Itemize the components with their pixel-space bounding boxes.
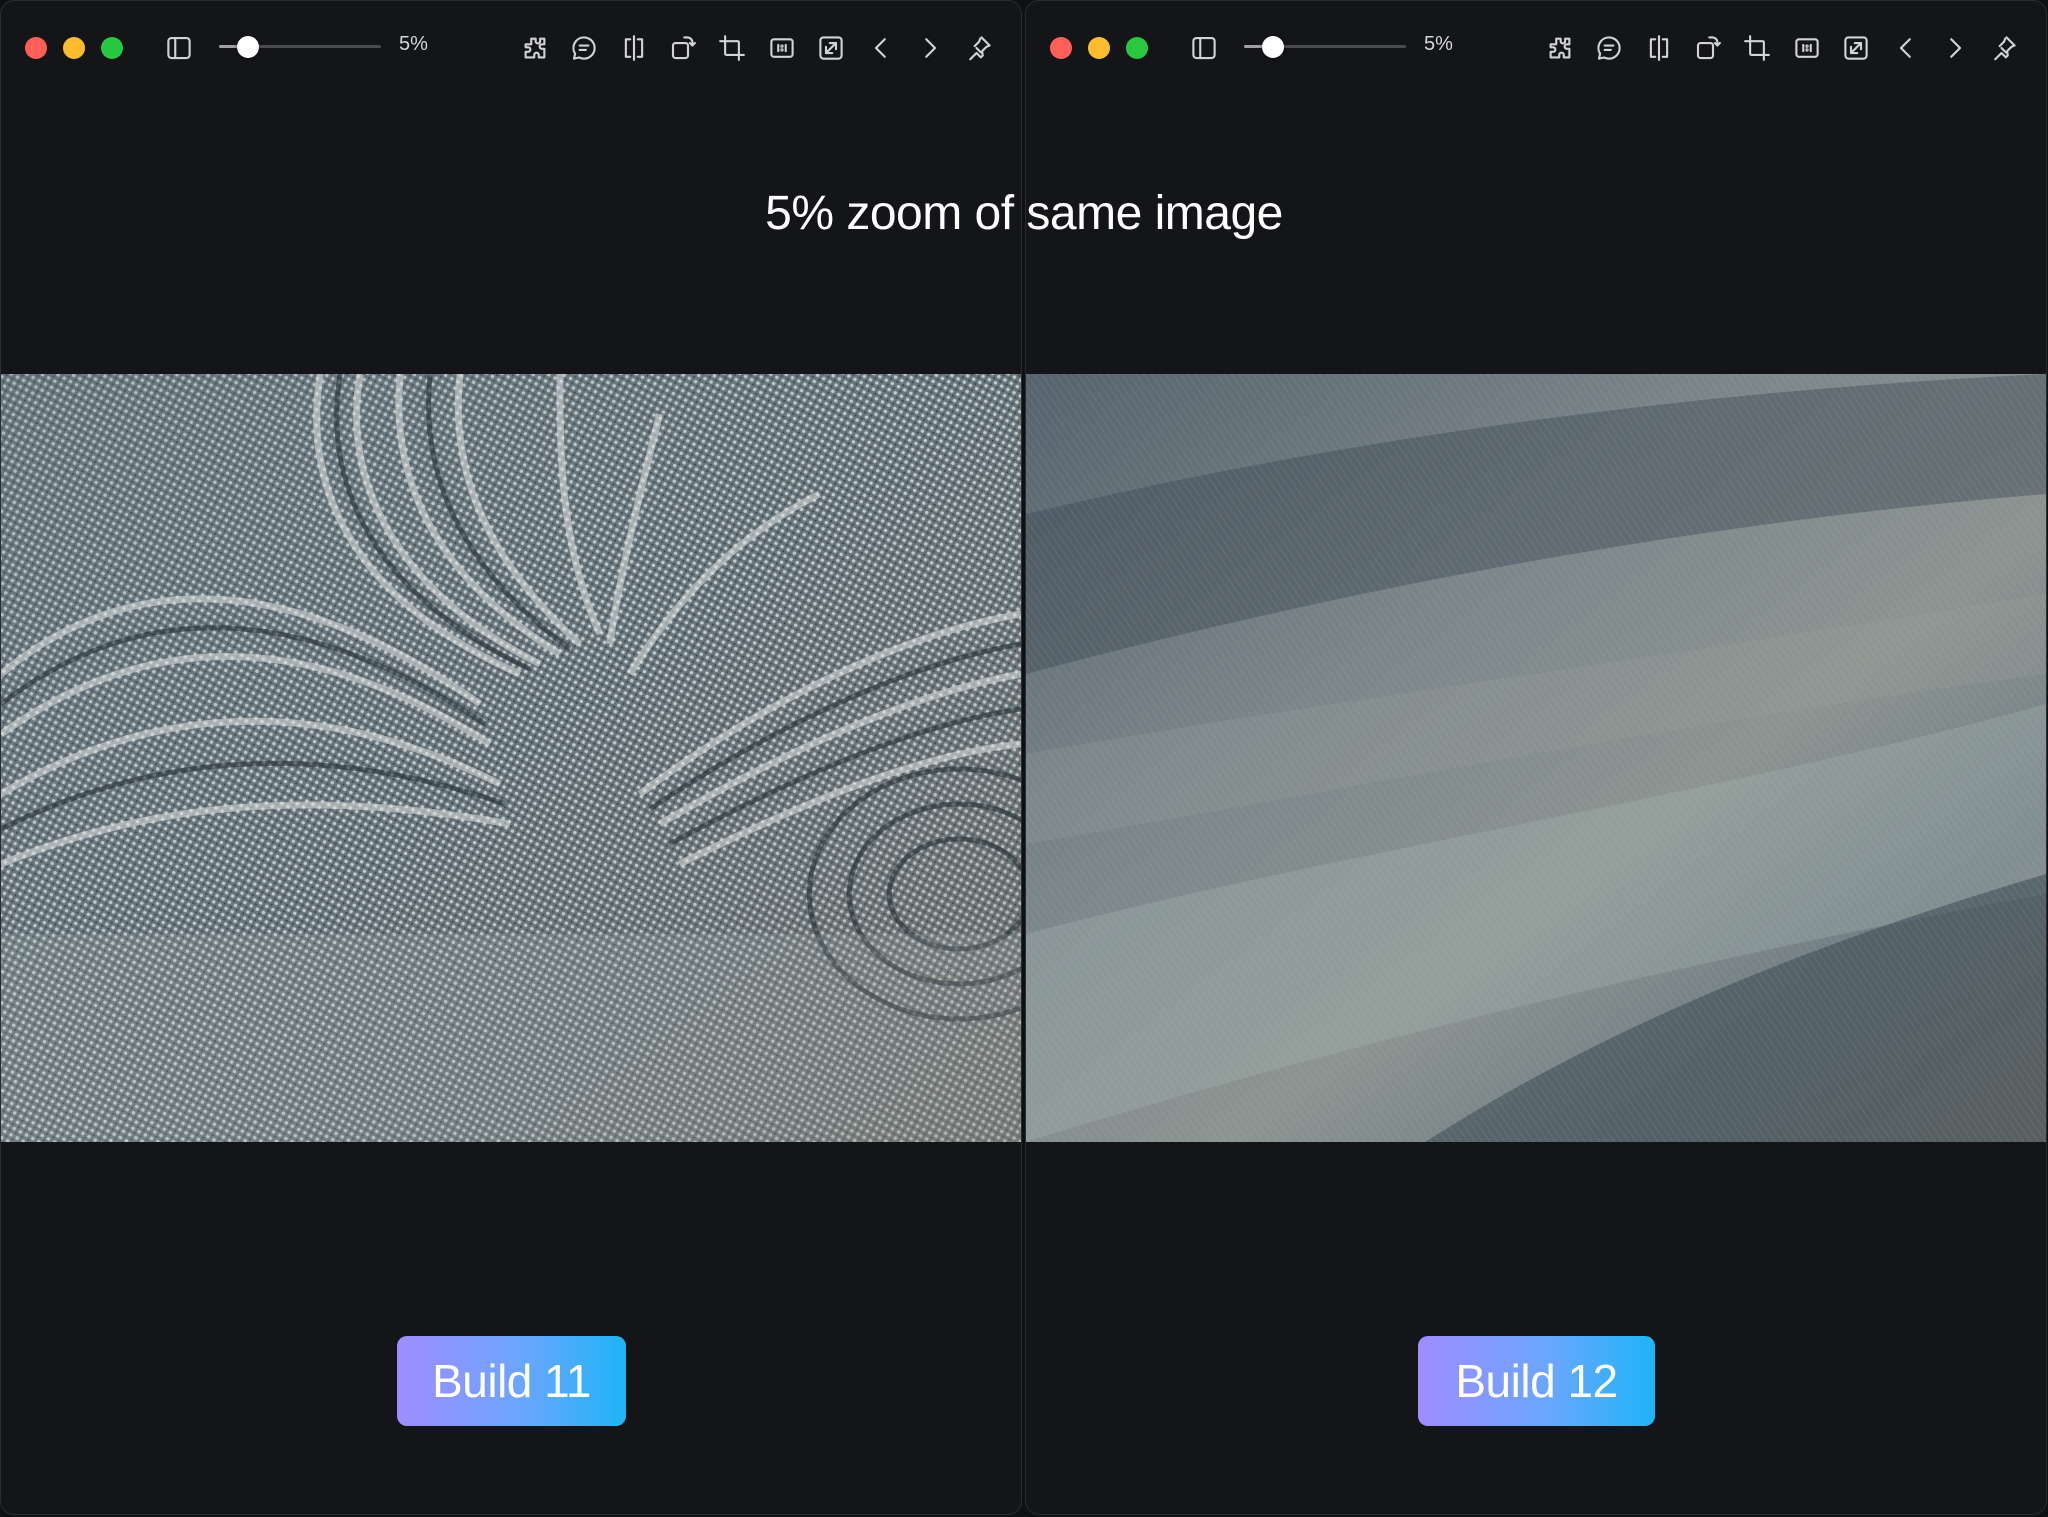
- compare-icon[interactable]: [617, 31, 651, 65]
- comment-icon[interactable]: [567, 31, 601, 65]
- toolbar: 5%: [1, 1, 1021, 93]
- pin-icon[interactable]: [1987, 31, 2021, 65]
- fit-window-icon[interactable]: [1839, 31, 1873, 65]
- next-icon[interactable]: [1938, 31, 1972, 65]
- next-icon[interactable]: [913, 31, 947, 65]
- zoom-slider[interactable]: [219, 35, 381, 59]
- zoom-level-label: 5%: [1424, 33, 1453, 55]
- extensions-icon[interactable]: [1543, 31, 1577, 65]
- viewer-window-build-11: 5% Build 11: [0, 0, 1022, 1515]
- pin-icon[interactable]: [962, 31, 996, 65]
- zoom-level-label: 5%: [399, 33, 428, 55]
- actual-size-icon[interactable]: [1790, 31, 1824, 65]
- image-canvas-smooth[interactable]: [1026, 374, 2046, 1142]
- build-badge: Build 11: [397, 1336, 626, 1426]
- minimize-button[interactable]: [63, 37, 85, 59]
- toolbar: 5%: [1026, 1, 2046, 93]
- crop-icon[interactable]: [715, 31, 749, 65]
- previous-icon[interactable]: [864, 31, 898, 65]
- maximize-button[interactable]: [1126, 37, 1148, 59]
- viewer-window-build-12: 5% Build 12: [1025, 0, 2047, 1515]
- smooth-image: [1026, 374, 2046, 1142]
- build-badge: Build 12: [1418, 1336, 1655, 1426]
- screenshot-stage: 5% Build 11 5% Build 12 5% zoom of same …: [0, 0, 2048, 1517]
- compare-icon[interactable]: [1642, 31, 1676, 65]
- zoom-slider-knob[interactable]: [1261, 36, 1284, 58]
- comment-icon[interactable]: [1592, 31, 1626, 65]
- close-button[interactable]: [25, 37, 47, 59]
- image-canvas-moire[interactable]: [1, 374, 1021, 1142]
- minimize-button[interactable]: [1088, 37, 1110, 59]
- previous-icon[interactable]: [1889, 31, 1923, 65]
- sidebar-icon[interactable]: [1187, 31, 1221, 65]
- zoom-slider-knob[interactable]: [236, 36, 259, 58]
- actual-size-icon[interactable]: [765, 31, 799, 65]
- fit-window-icon[interactable]: [814, 31, 848, 65]
- rotate-icon[interactable]: [666, 31, 700, 65]
- crop-icon[interactable]: [1740, 31, 1774, 65]
- moire-image: [1, 374, 1021, 1142]
- zoom-slider[interactable]: [1244, 35, 1406, 59]
- close-button[interactable]: [1050, 37, 1072, 59]
- maximize-button[interactable]: [101, 37, 123, 59]
- rotate-icon[interactable]: [1691, 31, 1725, 65]
- sidebar-icon[interactable]: [162, 31, 196, 65]
- extensions-icon[interactable]: [518, 31, 552, 65]
